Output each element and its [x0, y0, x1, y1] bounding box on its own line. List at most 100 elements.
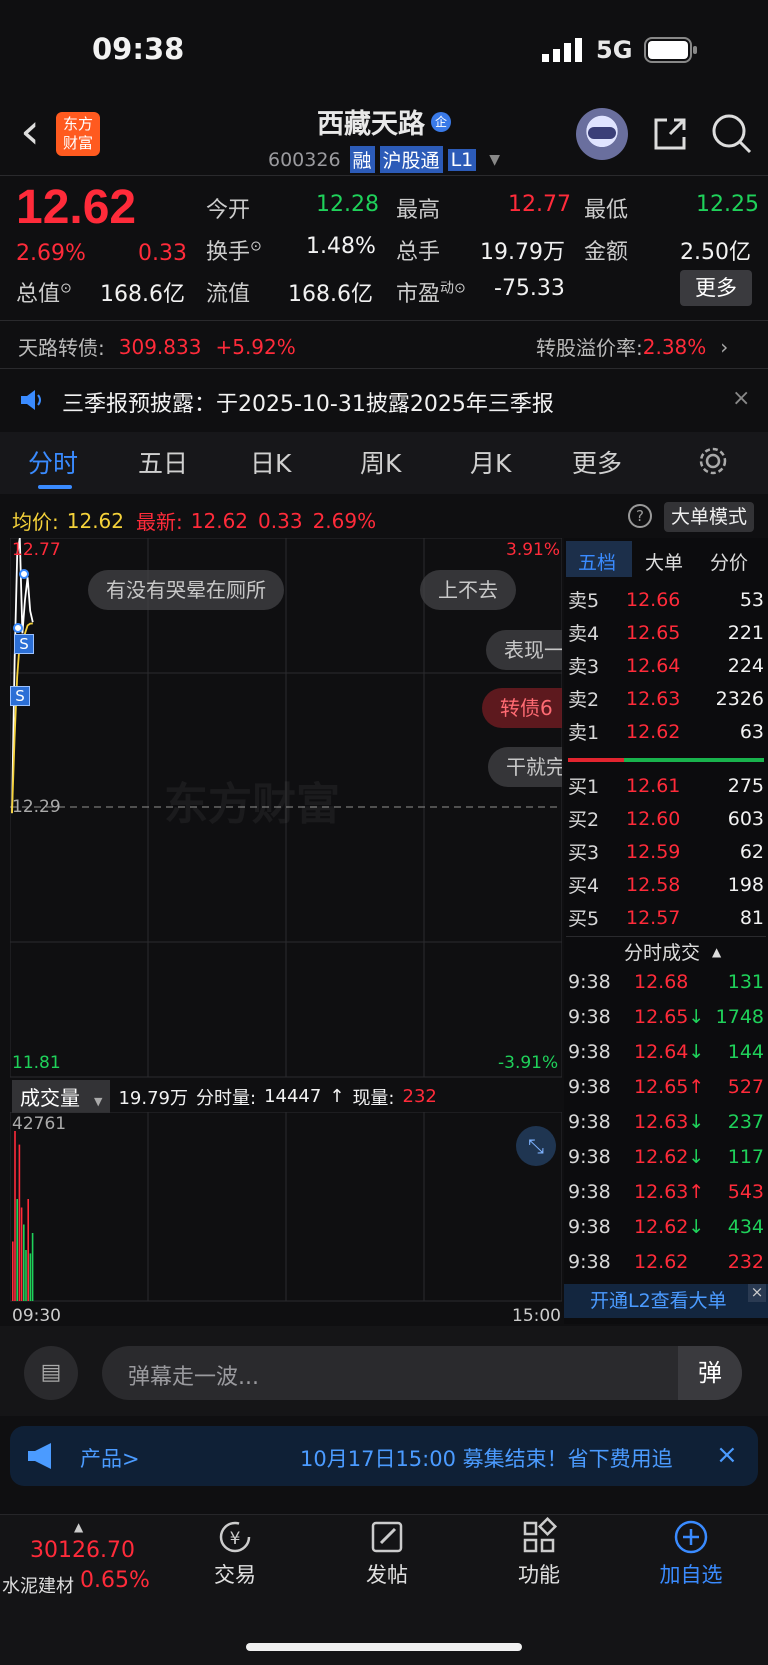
premium-row[interactable]: 转股溢价率: 2.38% ›	[536, 332, 728, 361]
index-value[interactable]: 30126.70	[30, 1538, 135, 1563]
trade-signal-badge[interactable]: S	[10, 686, 30, 706]
trade-signal-badge[interactable]: S	[14, 634, 34, 654]
volume-bar	[18, 1144, 21, 1301]
ask-row[interactable]: 卖5 12.66 53	[568, 583, 764, 616]
y-low-label: 11.81	[12, 1053, 61, 1073]
danmu-settings-icon[interactable]: ▤	[24, 1346, 78, 1400]
ask-row[interactable]: 卖1 12.62 63	[568, 715, 764, 748]
y-high-label: 12.77	[12, 540, 61, 560]
expand-icon[interactable]: ⤡	[516, 1126, 556, 1166]
danmu-bubble[interactable]: 干就完	[488, 747, 562, 787]
tab-fenshi[interactable]: 分时	[28, 444, 78, 480]
total-value: 168.6亿	[100, 282, 185, 307]
caret-down-icon: ▼	[94, 1095, 103, 1108]
bid-ask-ratio-bar	[568, 758, 764, 762]
volume-selector[interactable]: 成交量 ▼	[12, 1080, 111, 1113]
nav-add-watchlist[interactable]: 加自选	[636, 1515, 746, 1589]
price-line	[11, 538, 34, 814]
float-value: 168.6亿	[288, 282, 373, 307]
close-icon[interactable]: ×	[748, 1284, 766, 1302]
volume-header: 成交量 ▼ 19.79万 分时量: 14447 ↑ 现量: 232	[12, 1080, 437, 1113]
volume-chart[interactable]	[10, 1112, 562, 1302]
fenshi-label: 分时量:	[196, 1087, 257, 1109]
big-order-mode-button[interactable]: 大单模式	[664, 502, 754, 532]
avg-value: 12.62	[66, 508, 125, 533]
robot-avatar-icon[interactable]	[576, 108, 628, 160]
stock-name: 西藏天路	[317, 109, 425, 140]
divider	[0, 175, 768, 176]
tab-five-day[interactable]: 五日	[138, 444, 188, 480]
trade-row: 9:38 12.64↓ 144	[568, 1040, 764, 1063]
caret-up-icon: ▲	[74, 1520, 84, 1534]
latest-value: 12.62	[190, 508, 249, 533]
settings-gear-icon[interactable]	[698, 446, 728, 476]
volume-value: 19.79万	[480, 240, 565, 265]
bid-row[interactable]: 买1 12.61 275	[568, 769, 764, 802]
volume-bar	[25, 1250, 27, 1301]
info-icon[interactable]: ⊙	[250, 239, 262, 255]
volume-bar	[12, 1241, 14, 1301]
trade-row: 9:38 12.63↓ 237	[568, 1110, 764, 1133]
danmu-toggle-button[interactable]: 弹	[678, 1346, 742, 1400]
nav-functions[interactable]: 功能	[484, 1515, 594, 1589]
pct-high-label: 3.91%	[506, 540, 561, 560]
nav-functions-label: 功能	[518, 1563, 560, 1587]
grid-icon	[523, 1517, 558, 1553]
stock-code: 600326	[268, 148, 341, 171]
help-icon[interactable]: ?	[628, 504, 652, 528]
tab-big-orders[interactable]: 大单	[645, 548, 683, 575]
trade-row: 9:38 12.62↓ 117	[568, 1145, 764, 1168]
l2-upsell-banner[interactable]: 开通L2查看大单	[564, 1284, 768, 1318]
tab-price-dist[interactable]: 分价	[710, 548, 748, 575]
ask-row[interactable]: 卖4 12.65 221	[568, 616, 764, 649]
bond-row[interactable]: 天路转债: 309.833 +5.92%	[18, 332, 296, 361]
tab-five-levels[interactable]: 五档	[578, 548, 616, 575]
open-value: 12.28	[316, 192, 379, 217]
danmu-bubble[interactable]: 有没有哭晕在厕所	[88, 570, 284, 610]
change-pct: 2.69%	[16, 241, 86, 266]
ask-row[interactable]: 卖2 12.63 2326	[568, 682, 764, 715]
caret-up-icon: ▲	[712, 944, 722, 959]
info-icon[interactable]: ⊙	[454, 281, 466, 297]
close-icon[interactable]: ×	[732, 386, 750, 411]
tag-connect: 沪股通	[379, 146, 443, 173]
add-circle-icon	[674, 1520, 708, 1554]
nav-post[interactable]: 发帖	[332, 1515, 442, 1589]
trade-exchange-icon: ¥	[219, 1521, 251, 1553]
tab-more[interactable]: 更多	[572, 444, 622, 480]
tab-week-k[interactable]: 周K	[360, 444, 401, 480]
chevron-down-icon[interactable]: ▼	[489, 152, 500, 168]
info-icon[interactable]: ⊙	[60, 281, 72, 297]
info-line: 均价: 12.62 最新: 12.62 0.33 2.69%	[12, 506, 376, 535]
comment-input[interactable]: 弹幕走一波... 弹	[102, 1346, 742, 1400]
trades-header[interactable]: 分时成交 ▲	[624, 938, 721, 965]
bid-row[interactable]: 买5 12.57 81	[568, 901, 764, 934]
close-icon[interactable]: ×	[716, 1440, 738, 1470]
time-start-label: 09:30	[12, 1306, 61, 1326]
bid-row[interactable]: 买3 12.59 62	[568, 835, 764, 868]
danmu-bubble[interactable]: 表现一	[486, 630, 562, 670]
tab-day-k[interactable]: 日K	[250, 444, 291, 480]
edit-icon	[371, 1521, 403, 1553]
current-price: 12.62	[16, 181, 137, 234]
float-value-label: 流值	[206, 282, 251, 307]
trade-row: 9:38 12.68 131	[568, 970, 764, 993]
volume-max-label: 42761	[12, 1114, 67, 1134]
tab-indicator	[38, 485, 72, 489]
battery-icon	[644, 37, 698, 63]
speaker-icon	[21, 390, 41, 410]
search-icon[interactable]	[710, 112, 754, 156]
tab-month-k[interactable]: 月K	[470, 444, 511, 480]
more-button[interactable]: 更多	[680, 270, 752, 306]
bid-row[interactable]: 买2 12.60 603	[568, 802, 764, 835]
ask-row[interactable]: 卖3 12.64 224	[568, 649, 764, 682]
share-icon[interactable]	[650, 114, 690, 154]
danmu-bubble[interactable]: 转债6	[482, 688, 562, 728]
notice-text[interactable]: 三季报预披露：于2025-10-31披露2025年三季报	[62, 386, 554, 418]
danmu-bubble[interactable]: 上不去	[420, 570, 516, 610]
promo-text: 10月17日15:00 募集结束！省下费用追	[300, 1447, 673, 1471]
bid-row[interactable]: 买4 12.58 198	[568, 868, 764, 901]
low-label: 最低	[584, 198, 629, 223]
chart-watermark: 东方财富	[164, 779, 340, 830]
nav-trade[interactable]: ¥ 交易	[180, 1515, 290, 1589]
